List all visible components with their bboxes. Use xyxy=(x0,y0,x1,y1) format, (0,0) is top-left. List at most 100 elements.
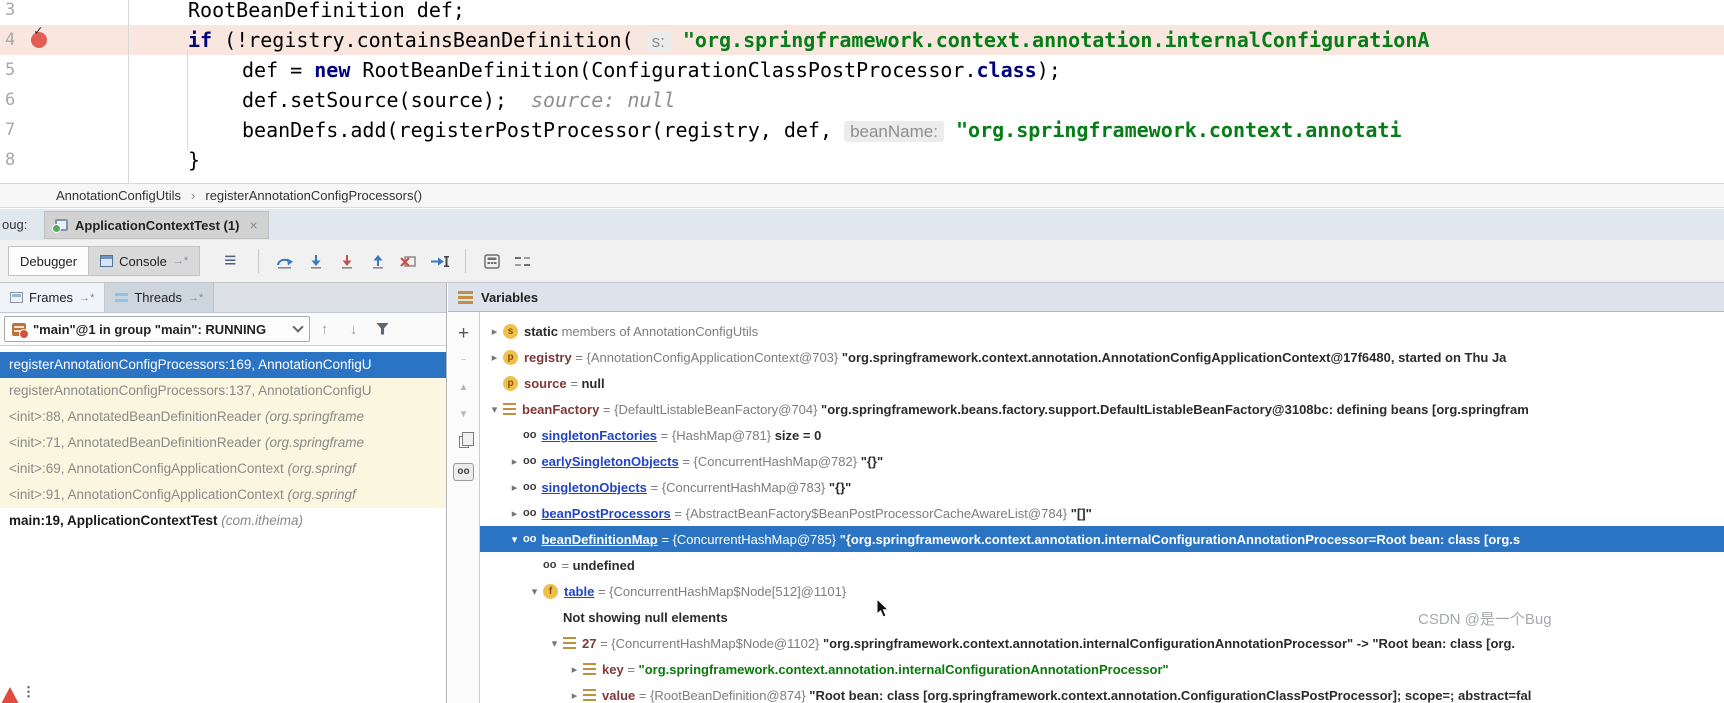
stack-frames-list: registerAnnotationConfigProcessors:169, … xyxy=(0,346,446,703)
code-lines: 3 RootBeanDefinition def; 4 ✓ if (!registry.… xyxy=(0,0,1724,175)
expand-chevron-icon[interactable]: ▸ xyxy=(486,351,503,364)
line-number: 6 xyxy=(5,90,16,110)
variable-row[interactable]: oo = undefined xyxy=(480,552,1724,578)
stack-frame[interactable]: registerAnnotationConfigProcessors:137, … xyxy=(0,378,446,404)
debug-run-icon xyxy=(52,219,68,233)
hidden-toolbar-badge[interactable]: ⋮ xyxy=(1,685,35,703)
run-to-cursor-icon[interactable] xyxy=(424,246,455,276)
variable-row[interactable]: ▸ key = "org.springframework.context.anno… xyxy=(480,656,1724,682)
object-icon xyxy=(503,403,516,415)
add-watch-button[interactable]: + xyxy=(450,320,477,347)
p-type-icon: p xyxy=(503,375,518,391)
expand-chevron-icon[interactable]: ▾ xyxy=(486,403,503,416)
tab-debugger[interactable]: Debugger xyxy=(8,246,90,276)
watch-icon: oo xyxy=(523,533,537,545)
tab-console[interactable]: Console →* xyxy=(89,246,201,276)
expand-chevron-icon[interactable]: ▾ xyxy=(546,637,563,650)
filter-frames-button[interactable] xyxy=(368,316,397,342)
code-text: } xyxy=(188,148,201,172)
variable-row[interactable]: ▾ 27 = {ConcurrentHashMap$Node@1102} "org… xyxy=(480,630,1724,656)
menu-icon[interactable]: ≡ xyxy=(224,249,236,273)
variable-row[interactable]: oo singletonFactories = {HashMap@781} siz… xyxy=(480,422,1724,448)
variable-row[interactable]: ▾ oo beanDefinitionMap = {ConcurrentHashMa… xyxy=(480,526,1724,552)
gutter: 7 xyxy=(0,115,65,145)
watches-toolbar: + − ▲ ▼ oo xyxy=(448,312,480,703)
variable-row[interactable]: ▸ oo earlySingletonObjects = {ConcurrentHa… xyxy=(480,448,1724,474)
line-number: 5 xyxy=(5,60,16,80)
tab-frames[interactable]: Frames →* xyxy=(0,283,106,312)
variable-row[interactable]: ▾ beanFactory = {DefaultListableBeanFacto… xyxy=(480,396,1724,422)
drop-frame-icon[interactable] xyxy=(393,246,424,276)
breadcrumb: AnnotationConfigUtils › registerAnnotati… xyxy=(0,183,1724,208)
tab-console-label: Console xyxy=(119,253,167,269)
move-down-button[interactable]: ▼ xyxy=(450,401,477,428)
variable-row[interactable]: ▾ f table = {ConcurrentHashMap$Node[512]@1… xyxy=(480,578,1724,604)
breadcrumb-method[interactable]: registerAnnotationConfigProcessors() xyxy=(205,188,422,203)
variable-row[interactable]: ▸ p registry = {AnnotationConfigApplicatio… xyxy=(480,344,1724,370)
remove-watch-button[interactable]: − xyxy=(450,347,477,374)
gutter: 4 ✓ xyxy=(0,23,65,55)
step-out-icon[interactable] xyxy=(362,246,393,276)
next-frame-button[interactable]: ↓ xyxy=(339,316,368,342)
code-line[interactable]: 3 RootBeanDefinition def; xyxy=(0,0,1724,25)
p-type-icon: p xyxy=(503,349,518,365)
variable-row[interactable]: ▸ oo singletonObjects = {ConcurrentHashMap… xyxy=(480,474,1724,500)
funnel-icon xyxy=(376,322,389,335)
jump-marker: →* xyxy=(79,291,95,304)
stack-frame[interactable]: <init>:91, AnnotationConfigApplicationCo… xyxy=(0,482,446,508)
indent-guide xyxy=(187,50,188,150)
debug-session-tab-label: ApplicationContextTest (1) xyxy=(75,217,240,233)
code-line[interactable]: 4 ✓ if (!registry.containsBeanDefinition( … xyxy=(0,23,1724,55)
expand-chevron-icon[interactable]: ▸ xyxy=(506,455,523,468)
variable-row[interactable]: ▸ value = {RootBeanDefinition@874} "Root … xyxy=(480,682,1724,703)
step-into-icon[interactable] xyxy=(300,246,331,276)
red-arrow-icon xyxy=(1,687,19,703)
variable-row[interactable]: ▸ s static members of AnnotationConfigUtil… xyxy=(480,318,1724,344)
code-line[interactable]: 6 def.setSource(source); source: null xyxy=(0,85,1724,115)
debug-session-tab[interactable]: ApplicationContextTest (1) × xyxy=(44,211,269,239)
stack-frame[interactable]: <init>:69, AnnotationConfigApplicationCo… xyxy=(0,456,446,482)
stack-frame[interactable]: registerAnnotationConfigProcessors:169, … xyxy=(0,352,446,378)
code-text: RootBeanDefinition def; xyxy=(188,0,465,22)
code-line[interactable]: 7 beanDefs.add(registerPostProcessor(regi… xyxy=(0,115,1724,145)
watermark: CSDN @是一个Bug xyxy=(1418,611,1552,628)
debug-label: oug: xyxy=(2,217,28,232)
show-watches-button[interactable]: oo xyxy=(453,463,474,481)
stack-frame[interactable]: main:19, ApplicationContextTest (com.ith… xyxy=(0,508,446,534)
jump-marker: →* xyxy=(172,255,189,267)
expand-chevron-icon[interactable]: ▸ xyxy=(486,325,503,338)
breakpoint-icon[interactable]: ✓ xyxy=(31,23,47,48)
layout-settings-icon[interactable] xyxy=(507,246,538,276)
expand-chevron-icon[interactable]: ▸ xyxy=(566,663,583,676)
toolbar-divider xyxy=(258,249,260,273)
expand-chevron-icon[interactable]: ▸ xyxy=(506,507,523,520)
mouse-cursor xyxy=(876,597,890,621)
expand-chevron-icon[interactable]: ▾ xyxy=(506,533,523,546)
stack-frame[interactable]: <init>:88, AnnotatedBeanDefinitionReader… xyxy=(0,404,446,430)
variables-tree: ▸ s static members of AnnotationConfigUtil… xyxy=(480,312,1724,703)
frames-panel: Frames →* Threads →* "main"@1 in group "… xyxy=(0,283,447,703)
variable-row[interactable]: p source = null xyxy=(480,370,1724,396)
thread-selector[interactable]: "main"@1 in group "main": RUNNING xyxy=(4,316,310,342)
expand-chevron-icon[interactable]: ▸ xyxy=(506,481,523,494)
tab-threads[interactable]: Threads →* xyxy=(105,283,215,312)
breadcrumb-class[interactable]: AnnotationConfigUtils xyxy=(56,188,181,203)
variable-row[interactable]: ▸ oo beanPostProcessors = {AbstractBeanFac… xyxy=(480,500,1724,526)
toolbar-divider xyxy=(465,249,467,273)
f-type-icon: f xyxy=(543,583,558,599)
line-number: 4 xyxy=(5,30,16,50)
force-step-into-icon[interactable] xyxy=(331,246,362,276)
step-over-icon[interactable] xyxy=(269,246,300,276)
previous-frame-button[interactable]: ↑ xyxy=(310,316,339,342)
code-editor[interactable]: 3 RootBeanDefinition def; 4 ✓ if (!registry.… xyxy=(0,0,1724,183)
code-line[interactable]: 8} xyxy=(0,145,1724,175)
copy-button[interactable] xyxy=(450,428,477,455)
breadcrumb-separator-icon: › xyxy=(191,188,196,203)
stack-frame[interactable]: <init>:71, AnnotatedBeanDefinitionReader… xyxy=(0,430,446,456)
move-up-button[interactable]: ▲ xyxy=(450,374,477,401)
code-line[interactable]: 5 def = new RootBeanDefinition(Configurat… xyxy=(0,55,1724,85)
evaluate-expression-icon[interactable] xyxy=(476,246,507,276)
expand-chevron-icon[interactable]: ▾ xyxy=(526,585,543,598)
close-icon[interactable]: × xyxy=(249,217,257,233)
expand-chevron-icon[interactable]: ▸ xyxy=(566,689,583,702)
